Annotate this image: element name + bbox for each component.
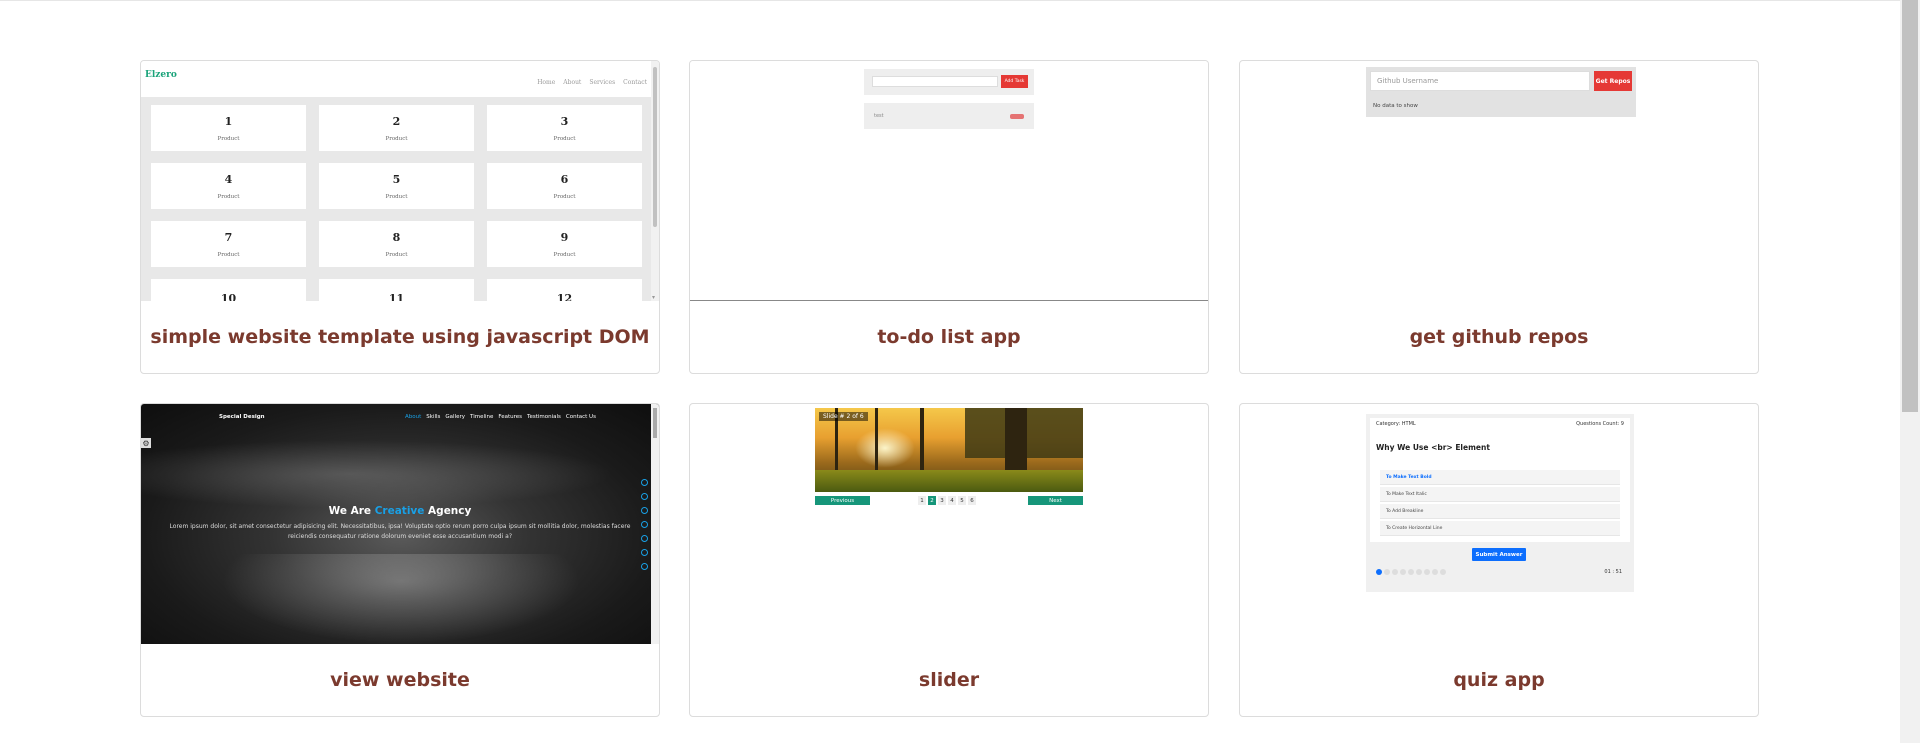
project-preview: Elzero Home About Services Contact 1 Prod… [141,61,659,301]
preview-nav-item: Services [589,79,616,86]
preview-nav-item: Skills [426,414,441,420]
preview-nav-item: Contact Us [565,414,596,420]
project-preview: Category: HTML Questions Count: 9 Why We… [1240,404,1758,644]
preview-task-form: Add Task [864,69,1034,95]
project-preview: Special Design About Skills Gallery Time… [141,404,659,644]
gear-icon: ⚙ [141,438,151,448]
preview-lake-image [221,554,581,644]
preview-product: 3 Product [487,105,642,151]
preview-empty-text: No data to show [1373,103,1418,109]
preview-delete-button [1010,114,1024,119]
preview-product: 7 Product [151,221,306,267]
preview-product-grid: 1 Product 2 Product 3 Product 4 Product 5 Pro… [141,97,651,301]
project-preview: Github Username Get Repos No data to sho… [1240,61,1758,301]
preview-username-input: Github Username [1370,71,1590,91]
preview-heading: We Are Creative Agency [328,505,472,517]
preview-product: 11 [319,279,474,301]
preview-nav-bullets [641,479,648,570]
page-scrollbar-thumb[interactable] [1902,0,1918,412]
top-divider [0,0,1920,1]
preview-logo: Special Design [219,414,265,420]
preview-submit-button: Submit Answer [1472,548,1526,561]
preview-countdown: 01 : 51 [1604,569,1622,575]
preview-nav-item: Timeline [470,414,494,420]
preview-product: 12 [487,279,642,301]
preview-nav: Home About Services Contact [537,79,647,86]
preview-task-input [872,76,998,87]
preview-product: 8 Product [319,221,474,267]
preview-scrollbar[interactable] [651,404,659,644]
preview-nav-item: Testimonials [527,414,561,420]
preview-product: 5 Product [319,163,474,209]
preview-sky-image [141,434,659,514]
preview-scrollbar[interactable]: ▾ [651,61,659,301]
project-card-todo[interactable]: Add Task test to-do list app [689,60,1209,374]
preview-repo-form: Github Username Get Repos No data to sho… [1366,67,1636,117]
preview-product: 10 [151,279,306,301]
preview-subtext: Lorem ipsum dolor, sit amet consectetur … [169,523,631,540]
preview-quiz-panel: Category: HTML Questions Count: 9 Why We… [1366,414,1634,592]
preview-nav-item: About [563,79,582,86]
preview-nav-item: Home [537,79,556,86]
project-title[interactable]: to-do list app [690,301,1208,373]
preview-nav-item: About [405,414,422,420]
project-title[interactable]: slider [690,644,1208,716]
preview-product: 4 Product [151,163,306,209]
project-card-website-template[interactable]: Elzero Home About Services Contact 1 Prod… [140,60,660,374]
preview-get-repos-button: Get Repos [1594,71,1632,91]
preview-question: Why We Use <br> Element To Make Text Bol… [1370,430,1630,542]
preview-add-button: Add Task [1001,75,1028,88]
project-card-github-repos[interactable]: Github Username Get Repos No data to sho… [1239,60,1759,374]
project-title[interactable]: view website [141,644,659,716]
preview-nav-item: Contact [623,79,647,86]
preview-progress-bullets [1376,569,1446,575]
project-card-slider[interactable]: Slide # 2 of 6 Previous 1 2 3 4 5 6 Next… [689,403,1209,717]
preview-pagination: 1 2 3 4 5 6 [918,496,976,505]
preview-product: 1 Product [151,105,306,151]
project-preview: Add Task test [690,61,1208,301]
project-title[interactable]: quiz app [1240,644,1758,716]
project-title[interactable]: get github repos [1240,301,1758,373]
preview-nav-item: Features [498,414,523,420]
project-card-quiz[interactable]: Category: HTML Questions Count: 9 Why We… [1239,403,1759,717]
project-card-view-website[interactable]: Special Design About Skills Gallery Time… [140,403,660,717]
preview-quiz-header: Category: HTML Questions Count: 9 [1370,418,1630,430]
preview-slide-image: Slide # 2 of 6 [815,408,1083,492]
preview-nav-item: Gallery [445,414,465,420]
preview-previous-button: Previous [815,496,870,505]
preview-product: 2 Product [319,105,474,151]
preview-task-item: test [864,103,1034,129]
preview-next-button: Next [1028,496,1083,505]
preview-product: 9 Product [487,221,642,267]
preview-brand: Elzero [145,70,177,80]
preview-task-text: test [874,113,884,119]
scroll-down-icon[interactable]: ▾ [652,294,655,301]
preview-nav: About Skills Gallery Timeline Features T… [405,414,596,420]
project-title[interactable]: simple website template using javascript… [141,301,659,373]
project-preview: Slide # 2 of 6 Previous 1 2 3 4 5 6 Next [690,404,1208,644]
preview-product: 6 Product [487,163,642,209]
preview-slide-counter: Slide # 2 of 6 [819,412,868,421]
